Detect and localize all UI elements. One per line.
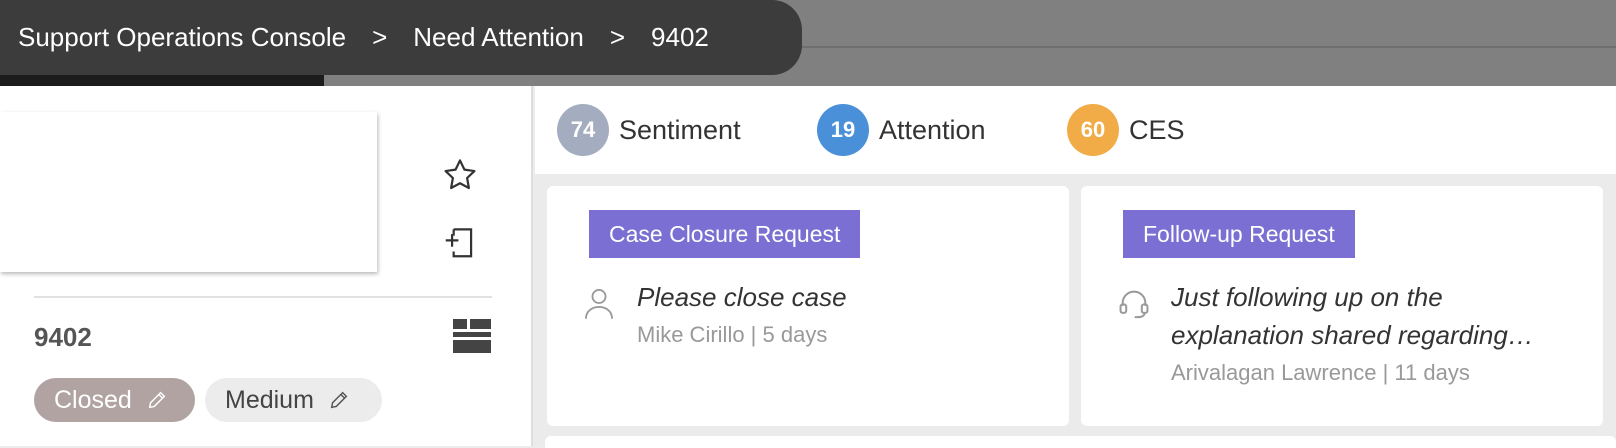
breadcrumb-item-console[interactable]: Support Operations Console <box>18 22 346 53</box>
breadcrumb-separator: > <box>609 22 626 52</box>
breadcrumb: Support Operations Console > Need Attent… <box>0 0 802 75</box>
top-bar-line <box>790 46 1616 48</box>
breadcrumb-item-case: 9402 <box>651 22 709 52</box>
request-text-line: Just following up on the <box>1171 282 1443 312</box>
breadcrumb-separator: > <box>372 22 388 52</box>
case-preview-card <box>0 112 377 272</box>
request-card[interactable]: Case Closure Request Please close case M… <box>547 186 1069 426</box>
request-meta: Mike Cirillo | 5 days <box>637 322 828 347</box>
status-badge[interactable]: Closed <box>34 378 195 422</box>
ces-score: 60 CES <box>1067 104 1185 156</box>
score-circle: 74 <box>557 104 609 156</box>
edit-pencil-icon[interactable] <box>146 389 168 411</box>
request-text: Just following up on the explanation sha… <box>1171 278 1534 354</box>
attention-score: 19 Attention <box>817 104 986 156</box>
case-insights-area: 74 Sentiment 19 Attention 60 CES Case Cl… <box>535 86 1616 448</box>
request-card[interactable]: Follow-up Request Just following up on t… <box>1081 186 1603 426</box>
score-circle: 60 <box>1067 104 1119 156</box>
divider <box>34 296 492 298</box>
status-label: Closed <box>54 385 132 414</box>
request-text-line: Please close case <box>637 282 847 312</box>
priority-badge[interactable]: Medium <box>205 378 382 422</box>
request-text-line: explanation shared regarding… <box>1171 320 1534 350</box>
sentiment-score: 74 Sentiment <box>557 104 741 156</box>
request-meta: Arivalagan Lawrence | 11 days <box>1171 360 1470 385</box>
person-icon <box>583 286 615 325</box>
next-card-edge <box>545 436 1616 448</box>
layout-grid-icon[interactable] <box>450 314 494 358</box>
headset-icon <box>1117 286 1151 325</box>
score-label: Attention <box>879 114 986 145</box>
request-tag: Follow-up Request <box>1123 210 1355 258</box>
score-circle: 19 <box>817 104 869 156</box>
edit-pencil-icon[interactable] <box>328 389 350 411</box>
score-label: CES <box>1129 114 1185 145</box>
request-tag: Case Closure Request <box>589 210 861 258</box>
priority-label: Medium <box>225 385 314 414</box>
star-icon[interactable] <box>438 153 482 197</box>
score-label: Sentiment <box>619 114 741 145</box>
case-details-panel: 9402 Closed Medium <box>0 86 533 446</box>
score-bar: 74 Sentiment 19 Attention 60 CES <box>535 86 1616 174</box>
breadcrumb-item-need-attention[interactable]: Need Attention <box>413 22 584 53</box>
add-to-queue-icon[interactable] <box>438 220 482 264</box>
request-text: Please close case <box>637 278 847 316</box>
case-id: 9402 <box>34 322 92 352</box>
